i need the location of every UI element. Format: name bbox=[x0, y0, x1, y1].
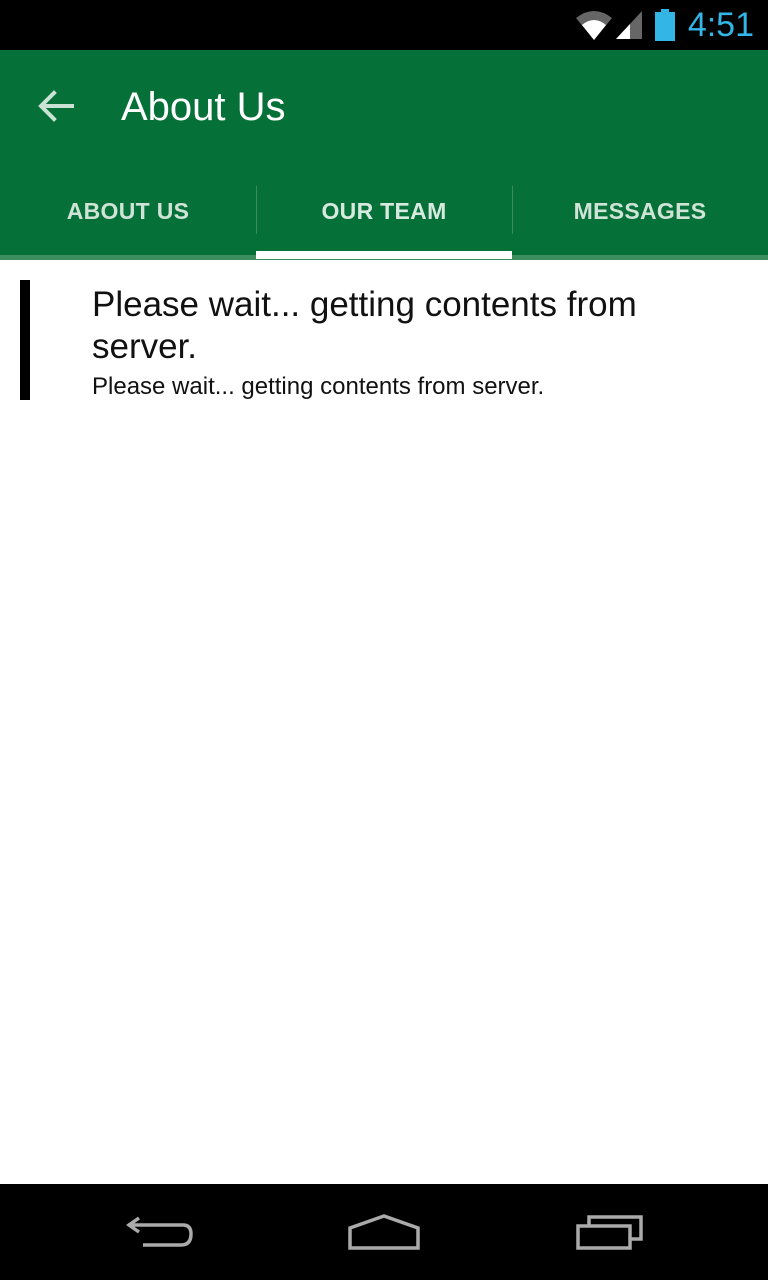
back-nav-icon bbox=[125, 1216, 193, 1247]
active-tab-indicator bbox=[256, 251, 512, 259]
tab-bar: ABOUT US OUR TEAM MESSAGES bbox=[0, 162, 768, 260]
back-button[interactable] bbox=[28, 78, 84, 134]
wifi-icon bbox=[575, 11, 612, 40]
status-icons: 4:51 bbox=[574, 0, 754, 50]
battery-icon bbox=[654, 9, 675, 41]
tab-our-team[interactable]: OUR TEAM bbox=[256, 162, 512, 260]
tab-messages[interactable]: MESSAGES bbox=[512, 162, 768, 260]
navigation-bar bbox=[0, 1184, 768, 1280]
tab-about-us[interactable]: ABOUT US bbox=[0, 162, 256, 260]
nav-home-button[interactable] bbox=[334, 1202, 434, 1262]
app-bar: About Us bbox=[0, 50, 768, 162]
status-time: 4:51 bbox=[687, 6, 754, 44]
page-title: About Us bbox=[121, 85, 286, 129]
signal-icon bbox=[615, 11, 642, 39]
content-area[interactable]: Please wait... getting contents from ser… bbox=[0, 260, 768, 1184]
quote-bar bbox=[20, 280, 30, 400]
nav-back-button[interactable] bbox=[110, 1202, 210, 1262]
recents-nav-icon bbox=[576, 1215, 643, 1250]
loading-message: Please wait... getting contents from ser… bbox=[20, 280, 748, 400]
status-bar: 4:51 bbox=[0, 0, 768, 50]
loading-title: Please wait... getting contents from ser… bbox=[92, 285, 637, 366]
arrow-back-icon bbox=[38, 90, 74, 122]
loading-body: Please wait... getting contents from ser… bbox=[92, 373, 545, 400]
home-nav-icon bbox=[348, 1214, 420, 1250]
nav-recents-button[interactable] bbox=[560, 1202, 660, 1262]
